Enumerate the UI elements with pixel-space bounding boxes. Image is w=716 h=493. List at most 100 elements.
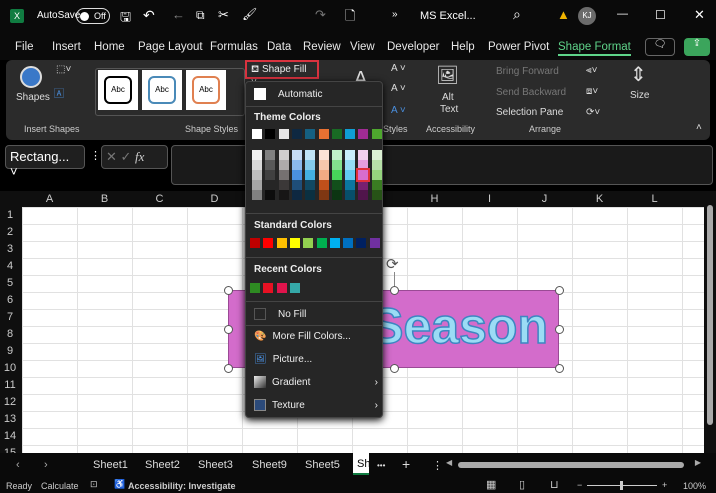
resize-handle[interactable] xyxy=(224,286,233,295)
theme-shade-swatch[interactable] xyxy=(371,180,382,190)
sheet-tab-sheet5[interactable]: Sheet5 xyxy=(305,459,340,471)
theme-color-swatch[interactable] xyxy=(345,129,356,139)
automatic-option[interactable]: Automatic xyxy=(254,84,378,104)
redo-icon[interactable]: ↷ xyxy=(315,7,326,23)
file-name[interactable]: MS Excel... xyxy=(420,10,476,22)
theme-shade-swatch[interactable] xyxy=(318,190,329,200)
menu-formulas[interactable]: Formulas xyxy=(210,41,258,53)
row-header[interactable]: 12 xyxy=(0,396,20,408)
theme-shade-swatch[interactable] xyxy=(345,190,356,200)
zoom-level[interactable]: 100% xyxy=(683,481,706,491)
send-backward-button[interactable]: Send Backward xyxy=(496,87,566,98)
shape-fill-button[interactable]: ⛾ Shape Fill ˅ xyxy=(245,60,319,88)
standard-color-swatch[interactable] xyxy=(329,238,340,248)
style-sample-1[interactable]: Abc xyxy=(98,70,138,110)
theme-shade-swatch[interactable] xyxy=(252,150,262,160)
row-header[interactable]: 7 xyxy=(0,311,20,323)
column-header[interactable]: I xyxy=(462,193,517,205)
page-break-view-icon[interactable]: ⊔ xyxy=(550,478,559,491)
bring-forward-button[interactable]: Bring Forward xyxy=(496,66,559,77)
standard-color-swatch[interactable] xyxy=(276,238,287,248)
search-icon[interactable]: ⌕ xyxy=(513,6,521,23)
theme-shade-swatch[interactable] xyxy=(252,180,262,190)
warning-icon[interactable]: ▲ xyxy=(557,7,570,22)
new-file-icon[interactable]: 🗋 xyxy=(345,7,355,29)
insert-function-button[interactable]: fx xyxy=(135,149,144,164)
sheet-tab-sheet2[interactable]: Sheet2 xyxy=(145,459,180,471)
row-header[interactable]: 8 xyxy=(0,328,20,340)
zoom-slider[interactable] xyxy=(587,481,657,490)
alt-text-line1[interactable]: Alt xyxy=(442,92,454,103)
column-header[interactable]: A xyxy=(22,193,77,205)
no-fill-option[interactable]: No Fill xyxy=(254,304,378,324)
next-sheet-button[interactable]: › xyxy=(44,459,48,471)
theme-shade-swatch[interactable] xyxy=(305,190,316,200)
theme-shade-swatch[interactable] xyxy=(345,170,356,180)
recent-color-swatch[interactable] xyxy=(250,283,260,293)
resize-handle[interactable] xyxy=(224,325,233,334)
more-options-icon[interactable]: ⋮ xyxy=(90,149,101,162)
theme-shade-swatch[interactable] xyxy=(331,170,342,180)
menu-help[interactable]: Help xyxy=(451,41,475,53)
row-header[interactable]: 11 xyxy=(0,379,20,391)
style-sample-3[interactable]: Abc xyxy=(186,70,226,110)
cut-icon[interactable]: ✂ xyxy=(218,7,229,23)
sheet-tab-sheet1[interactable]: Sheet1 xyxy=(93,459,128,471)
tabs-splitter[interactable]: ⋮ xyxy=(432,459,443,472)
theme-color-swatch[interactable] xyxy=(318,129,329,139)
theme-shade-swatch[interactable] xyxy=(358,150,369,160)
resize-handle[interactable] xyxy=(555,286,564,295)
collapse-ribbon-icon[interactable]: ˄ xyxy=(696,122,702,133)
copy-icon[interactable]: ⧉ xyxy=(196,8,205,23)
rotate-icon[interactable]: ⟳˅ xyxy=(586,107,600,118)
standard-color-swatch[interactable] xyxy=(369,238,380,248)
shapes-icon[interactable] xyxy=(20,66,42,88)
menu-data[interactable]: Data xyxy=(267,41,291,53)
more-fill-colors-option[interactable]: 🎨 More Fill Colors... xyxy=(254,326,378,346)
row-header[interactable]: 14 xyxy=(0,430,20,442)
column-header[interactable]: C xyxy=(132,193,187,205)
theme-shade-swatch[interactable] xyxy=(291,150,302,160)
group-icon[interactable]: ⧈˅ xyxy=(586,86,598,97)
theme-shade-swatch[interactable] xyxy=(371,160,382,170)
theme-shade-swatch[interactable] xyxy=(252,190,262,200)
shape-text[interactable]: Season xyxy=(369,297,548,355)
prev-sheet-button[interactable]: ‹ xyxy=(16,459,20,471)
theme-color-swatch[interactable] xyxy=(291,129,302,139)
text-outline-icon[interactable]: A ˅ xyxy=(391,83,406,94)
menu-file[interactable]: File xyxy=(15,41,34,53)
theme-shade-swatch[interactable] xyxy=(291,190,302,200)
format-painter-icon[interactable]: 🖌 xyxy=(242,7,257,21)
menu-home[interactable]: Home xyxy=(94,41,125,53)
resize-handle[interactable] xyxy=(224,364,233,373)
row-header[interactable]: 3 xyxy=(0,243,20,255)
standard-color-swatch[interactable] xyxy=(289,238,300,248)
standard-color-swatch[interactable] xyxy=(316,238,327,248)
theme-shade-swatch[interactable] xyxy=(278,190,289,200)
theme-shade-swatch[interactable] xyxy=(331,190,342,200)
theme-shade-swatch[interactable] xyxy=(265,170,276,180)
theme-shade-swatch[interactable] xyxy=(331,150,342,160)
resize-handle[interactable] xyxy=(390,364,399,373)
column-header[interactable]: L xyxy=(627,193,682,205)
theme-shade-swatch[interactable] xyxy=(318,170,329,180)
save-icon[interactable]: 🖫 xyxy=(120,8,131,30)
alt-text-icon[interactable]: 🖼 xyxy=(436,65,459,86)
row-header[interactable]: 9 xyxy=(0,345,20,357)
theme-shade-swatch[interactable] xyxy=(305,150,316,160)
theme-shade-swatch[interactable] xyxy=(278,150,289,160)
align-icon[interactable]: ⫷˅ xyxy=(586,65,597,76)
theme-shade-swatch[interactable] xyxy=(318,150,329,160)
theme-shade-swatch[interactable] xyxy=(265,190,276,200)
zoom-in-button[interactable]: + xyxy=(662,480,667,490)
menu-shape-format[interactable]: Shape Format xyxy=(558,41,631,56)
accessibility-status[interactable]: Accessibility: Investigate xyxy=(128,481,236,491)
menu-developer[interactable]: Developer xyxy=(387,41,439,53)
menu-view[interactable]: View xyxy=(350,41,375,53)
recent-color-swatch[interactable] xyxy=(263,283,274,293)
resize-handle[interactable] xyxy=(555,364,564,373)
texture-option[interactable]: Texture › xyxy=(254,395,378,415)
theme-shade-swatch[interactable] xyxy=(291,170,302,180)
horizontal-scrollbar[interactable]: ◀ ▶ xyxy=(446,458,701,469)
sheet-tab-sheet9[interactable]: Sheet9 xyxy=(252,459,287,471)
